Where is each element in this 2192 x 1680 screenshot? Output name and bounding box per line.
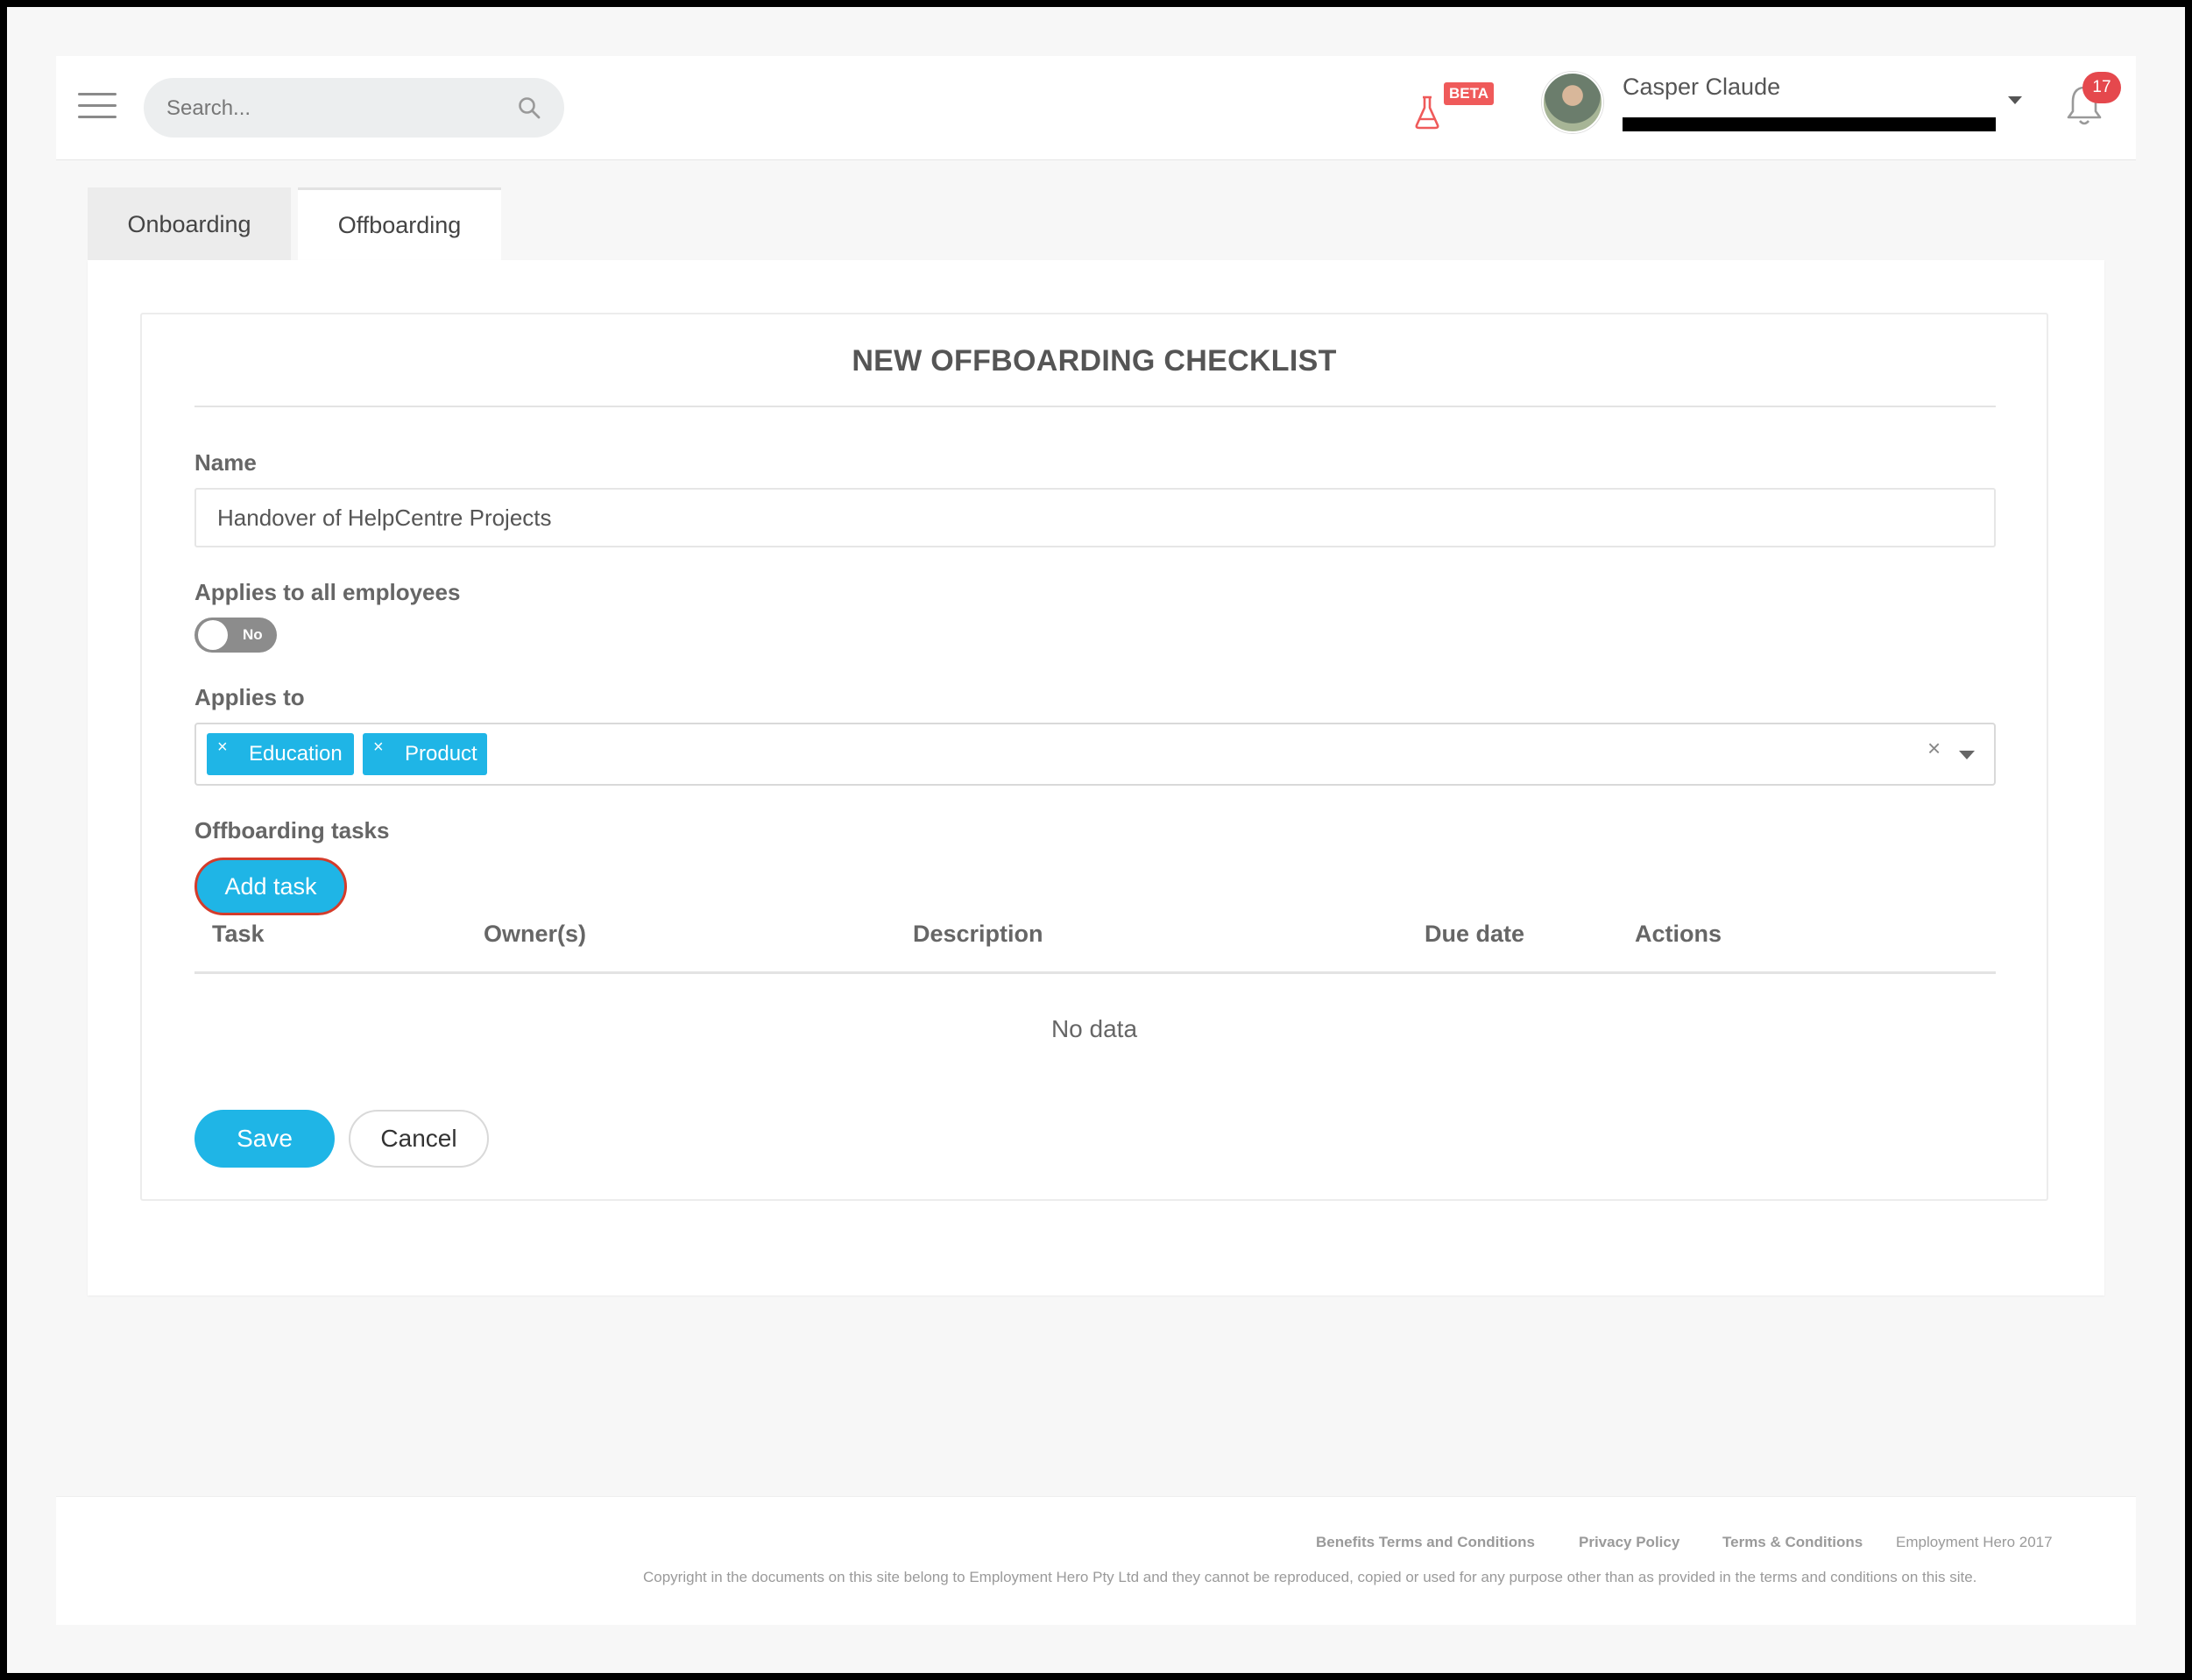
toggle-knob xyxy=(198,620,228,650)
chip-remove-icon[interactable]: × xyxy=(373,726,384,768)
flask-icon xyxy=(1415,95,1439,130)
tab-offboarding[interactable]: Offboarding xyxy=(298,187,501,261)
clear-icon[interactable]: × xyxy=(1927,735,1941,762)
column-header-owners: Owner(s) xyxy=(484,921,587,947)
add-task-button[interactable]: Add task xyxy=(194,858,347,915)
menu-icon[interactable] xyxy=(78,93,117,119)
user-name[interactable]: Casper Claude xyxy=(1623,74,1780,101)
divider xyxy=(194,406,1996,407)
chevron-down-icon[interactable] xyxy=(1959,751,1975,759)
chip-product: × Product xyxy=(363,733,487,775)
footer-link-terms-conditions[interactable]: Terms & Conditions xyxy=(1722,1534,1863,1551)
footer: Benefits Terms and Conditions Privacy Po… xyxy=(56,1496,2136,1625)
chip-label: Product xyxy=(405,742,477,766)
column-header-description: Description xyxy=(913,921,1043,947)
search-icon[interactable] xyxy=(517,95,541,120)
applies-all-toggle[interactable]: No xyxy=(194,618,277,653)
search-input[interactable] xyxy=(165,78,501,139)
chip-label: Education xyxy=(249,742,343,766)
footer-link-privacy-policy[interactable]: Privacy Policy xyxy=(1579,1534,1679,1551)
name-field[interactable] xyxy=(194,488,1996,547)
tasks-label: Offboarding tasks xyxy=(194,817,390,844)
column-header-actions: Actions xyxy=(1635,921,1722,947)
checklist-form-card: NEW OFFBOARDING CHECKLIST Name Applies t… xyxy=(140,313,2048,1201)
column-header-due-date: Due date xyxy=(1425,921,1525,947)
search-box xyxy=(144,78,564,139)
beta-labs-link[interactable]: BETA xyxy=(1414,82,1495,131)
form-title: NEW OFFBOARDING CHECKLIST xyxy=(852,344,1337,378)
tab-panel: NEW OFFBOARDING CHECKLIST Name Applies t… xyxy=(88,260,2104,1295)
top-header: BETA Casper Claude 17 xyxy=(56,56,2136,160)
cancel-button[interactable]: Cancel xyxy=(349,1110,489,1168)
tab-onboarding[interactable]: Onboarding xyxy=(88,187,291,261)
avatar[interactable] xyxy=(1542,72,1603,133)
notification-badge[interactable]: 17 xyxy=(2082,72,2121,103)
footer-company-year: Employment Hero 2017 xyxy=(1896,1534,2053,1550)
beta-badge: BETA xyxy=(1444,82,1495,105)
empty-table-message: No data xyxy=(1050,1015,1138,1042)
app-window: BETA Casper Claude 17 Onboarding Offboar… xyxy=(7,7,2185,1673)
footer-link-benefits-terms[interactable]: Benefits Terms and Conditions xyxy=(1316,1534,1535,1551)
chip-education: × Education xyxy=(207,733,354,775)
save-button[interactable]: Save xyxy=(194,1110,335,1168)
applies-to-label: Applies to xyxy=(194,684,305,710)
chevron-down-icon[interactable] xyxy=(2008,96,2022,104)
name-label: Name xyxy=(194,449,257,476)
toggle-state-label: No xyxy=(243,626,263,643)
applies-all-label: Applies to all employees xyxy=(194,579,461,605)
column-header-task: Task xyxy=(212,921,265,947)
applies-to-select[interactable]: × Education × Product × xyxy=(194,723,1996,786)
table-header-divider xyxy=(194,971,1996,974)
chip-remove-icon[interactable]: × xyxy=(217,726,228,768)
footer-copyright: Copyright in the documents on this site … xyxy=(643,1569,1977,1585)
redacted-user-detail xyxy=(1623,117,1996,131)
